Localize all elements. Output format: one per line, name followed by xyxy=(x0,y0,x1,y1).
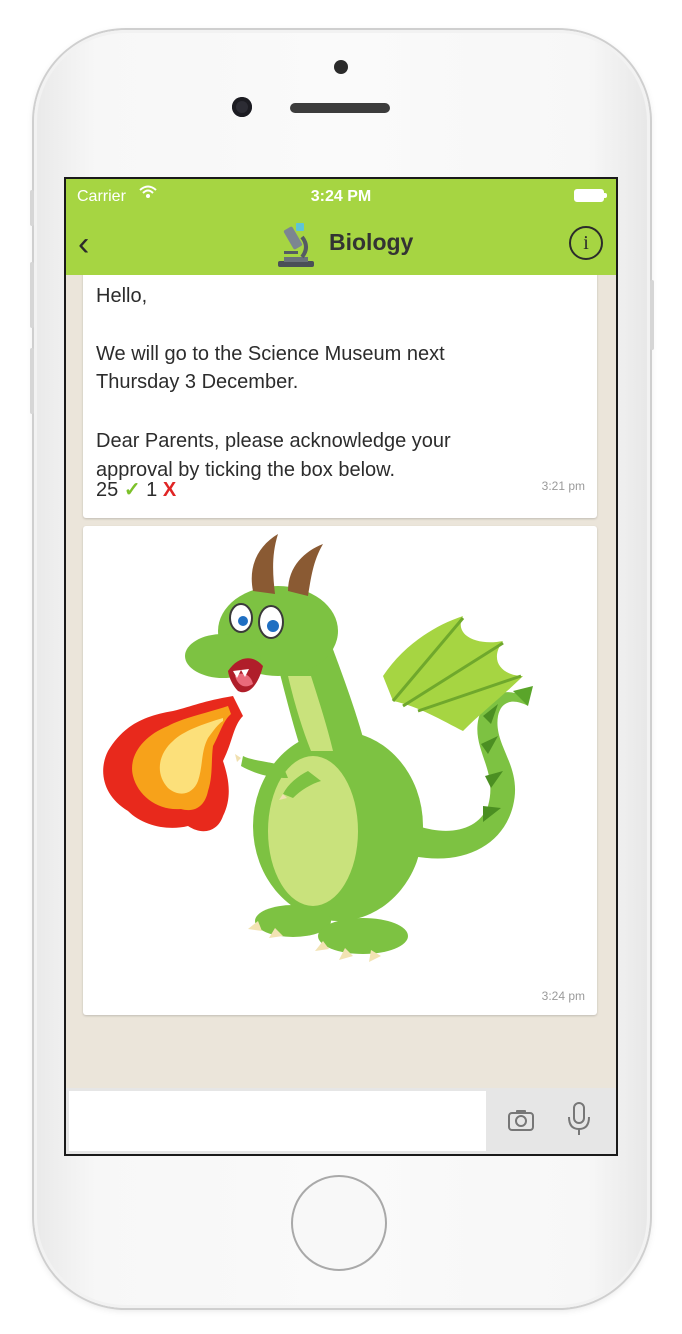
chat-title: Biology xyxy=(329,229,414,255)
proximity-sensor xyxy=(334,60,348,74)
chat-area[interactable]: Hello, We will go to the Science Museum … xyxy=(66,275,616,1088)
check-icon[interactable]: ✓ xyxy=(124,479,141,501)
app-screen: Carrier 3:24 PM ‹ Biology i Hello, We wi… xyxy=(66,179,616,1154)
image-message-bubble[interactable]: 3:24 pm xyxy=(83,526,597,1015)
home-button[interactable] xyxy=(291,1175,387,1271)
nav-bar: ‹ Biology i xyxy=(66,213,616,275)
status-time: 3:24 PM xyxy=(310,188,372,205)
dragon-horn-left xyxy=(251,534,278,594)
earpiece-speaker xyxy=(290,103,390,113)
dragon-horn-right xyxy=(288,544,323,596)
microphone-icon[interactable] xyxy=(564,1101,594,1137)
approval-counts: 25 ✓ 1 X xyxy=(96,477,176,502)
back-chevron-icon[interactable]: ‹ xyxy=(78,227,110,261)
message-bubble: Hello, We will go to the Science Museum … xyxy=(83,275,597,518)
cross-icon[interactable]: X xyxy=(163,479,176,501)
message-timestamp: 3:24 pm xyxy=(541,989,585,1003)
reject-count: 1 xyxy=(146,479,158,501)
volume-down-button xyxy=(30,348,34,414)
dragon-pupil-left xyxy=(238,616,248,626)
message-timestamp: 3:21 pm xyxy=(541,479,585,493)
message-input[interactable] xyxy=(69,1091,486,1151)
message-input-bar xyxy=(66,1088,616,1154)
mute-switch xyxy=(30,190,34,226)
dragon-illustration xyxy=(103,534,533,962)
front-camera xyxy=(232,97,252,117)
dragon-pupil-right xyxy=(267,620,279,632)
camera-icon[interactable] xyxy=(506,1105,536,1135)
power-button xyxy=(650,280,654,350)
info-icon[interactable]: i xyxy=(569,226,603,260)
message-text: Dear Parents, please acknowledge your xyxy=(96,430,451,452)
microscope-icon xyxy=(278,223,314,267)
message-text: We will go to the Science Museum next xyxy=(96,343,445,365)
status-bar: Carrier 3:24 PM xyxy=(66,179,616,213)
volume-up-button xyxy=(30,262,34,328)
dragon-foot-right xyxy=(318,918,408,954)
message-text: Hello, xyxy=(96,285,148,307)
message-text: Thursday 3 December. xyxy=(96,371,299,393)
battery-icon xyxy=(574,189,607,202)
approve-count: 25 xyxy=(96,479,119,501)
